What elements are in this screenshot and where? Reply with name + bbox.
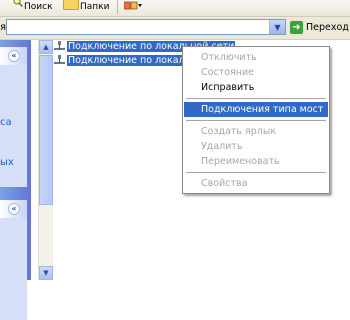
task-panel-header[interactable]: « <box>0 200 27 218</box>
task-link[interactable]: са <box>0 117 12 128</box>
task-panel-network: « са ых <box>0 47 27 187</box>
address-bar: я ▼ ➜ Переход <box>0 17 350 40</box>
context-menu: Отключить Состояние Исправить Подключени… <box>182 46 330 194</box>
collapse-chevron-icon[interactable]: « <box>8 50 20 62</box>
scroll-up-button[interactable]: ▲ <box>39 40 53 54</box>
address-combo[interactable]: ▼ <box>6 19 286 35</box>
address-dropdown-button[interactable]: ▼ <box>269 20 285 34</box>
task-pane: « са ых « <box>0 40 31 320</box>
search-button[interactable]: Поиск <box>24 0 53 14</box>
menu-item-repair[interactable]: Исправить <box>184 80 328 95</box>
collapse-chevron-icon[interactable]: « <box>8 203 20 215</box>
network-connection-icon <box>54 54 65 64</box>
search-icon <box>13 0 23 7</box>
menu-item-rename: Переименовать <box>201 156 280 167</box>
toolbar-separator <box>117 0 118 14</box>
menu-item-bridge-connections[interactable]: Подключения типа мост <box>184 102 328 117</box>
menu-item-status: Состояние <box>201 67 254 78</box>
folders-icon <box>63 0 79 10</box>
list-item[interactable]: Подключение по локально <box>54 54 204 66</box>
search-label: Поиск <box>24 2 53 12</box>
vertical-scrollbar[interactable]: ▲ ▼ <box>38 40 53 280</box>
go-label: Переход <box>306 22 349 33</box>
network-connection-icon <box>54 40 65 50</box>
go-arrow-icon: ➜ <box>290 21 303 34</box>
task-panel-other: « <box>0 200 27 320</box>
menu-separator <box>186 98 326 99</box>
menu-separator <box>186 120 326 121</box>
toolbar: Поиск Папки <box>0 0 350 17</box>
chevron-down-icon: ▼ <box>274 22 281 32</box>
go-button[interactable]: ➜ Переход <box>290 20 349 35</box>
views-icon[interactable] <box>124 1 142 12</box>
folders-button[interactable]: Папки <box>80 0 109 14</box>
menu-item-disconnect: Отключить <box>201 52 257 63</box>
menu-item-create-shortcut: Создать ярлык <box>201 126 277 137</box>
menu-item-properties: Свойства <box>201 178 248 189</box>
scroll-thumb[interactable] <box>39 55 53 205</box>
task-link[interactable]: ых <box>0 157 14 168</box>
menu-separator <box>186 172 326 173</box>
task-panel-header[interactable]: « <box>0 47 27 65</box>
folders-label: Папки <box>80 2 110 12</box>
scroll-down-button[interactable]: ▼ <box>39 266 53 280</box>
menu-item-delete: Удалить <box>201 141 243 152</box>
